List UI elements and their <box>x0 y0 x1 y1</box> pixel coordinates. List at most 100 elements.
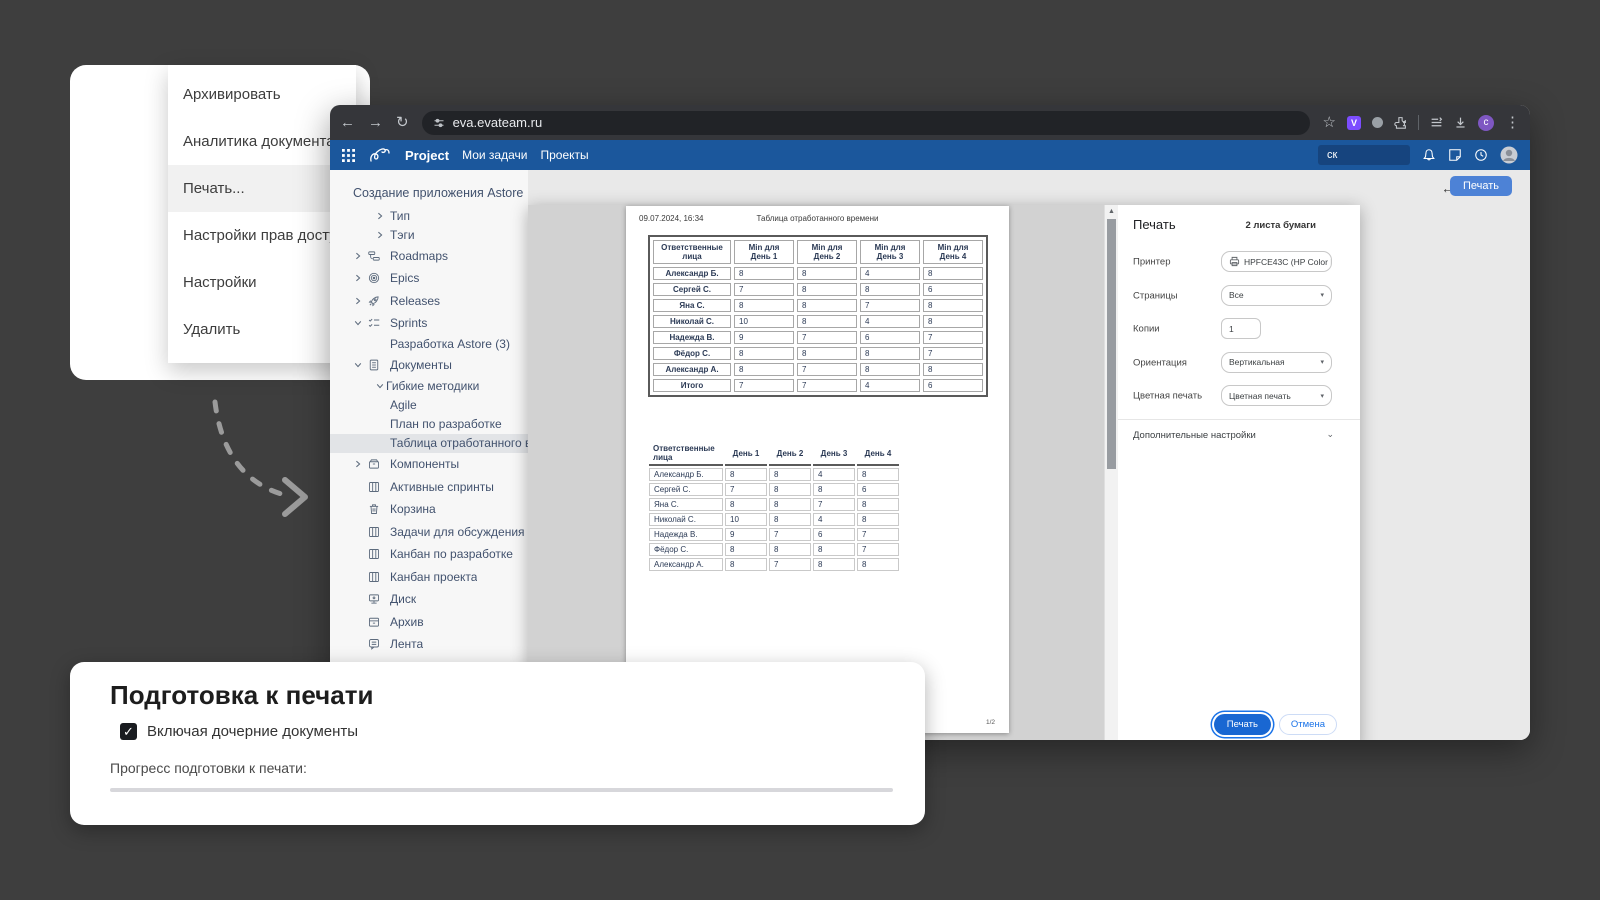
browser-menu-icon[interactable]: ⋮ <box>1505 115 1520 130</box>
scroll-down-icon[interactable]: ▼ <box>1105 739 1118 740</box>
sidebar-item[interactable]: Архив <box>330 610 528 633</box>
sidebar-item[interactable]: Epics <box>330 267 528 290</box>
notes-icon[interactable] <box>1448 148 1462 162</box>
chevron-down-icon[interactable] <box>376 382 384 390</box>
value-cell: 7 <box>813 498 855 511</box>
sidebar-item[interactable]: Активные спринты <box>330 475 528 498</box>
sidebar-item-label: Документы <box>390 358 452 372</box>
menu-item[interactable]: Настройки прав доступ <box>168 212 356 259</box>
sidebar-item[interactable]: Тип <box>330 206 528 225</box>
sidebar-item[interactable]: Agile <box>330 395 528 414</box>
bookmark-star-icon[interactable]: ☆ <box>1323 115 1336 130</box>
value-cell: 8 <box>797 299 857 312</box>
sidebar-item[interactable]: Таблица отработанного времен <box>330 434 528 453</box>
sidebar-item[interactable]: Компоненты <box>330 453 528 476</box>
value-cell: 6 <box>813 528 855 541</box>
worktime-table-bordered: Ответственные лицаMin для День 1Min для … <box>648 235 988 397</box>
field-dropdown[interactable]: Цветная печать▾ <box>1221 385 1332 406</box>
download-icon[interactable] <box>1454 116 1467 129</box>
browser-forward-icon[interactable]: → <box>368 115 383 130</box>
user-avatar[interactable] <box>1500 146 1518 164</box>
sidebar-item[interactable]: Задачи для обсуждения <box>330 520 528 543</box>
nav-projects[interactable]: Проекты <box>540 148 588 162</box>
app-product-name[interactable]: Project <box>405 148 449 163</box>
table-header-cell: Min для День 3 <box>860 240 920 264</box>
preview-page: 09.07.2024, 16:34 Таблица отработанного … <box>626 206 1009 733</box>
sidebar-item[interactable]: Корзина <box>330 498 528 521</box>
sidebar-item[interactable]: Диск <box>330 588 528 611</box>
print-confirm-button[interactable]: Печать <box>1214 714 1271 735</box>
person-name-cell: Сергей С. <box>649 483 723 496</box>
value-cell: 9 <box>734 331 794 344</box>
sidebar-item[interactable]: План по разработке <box>330 414 528 433</box>
sidebar-item[interactable]: Разработка Astore (3) <box>330 334 528 353</box>
chevron-right-icon[interactable] <box>376 231 384 239</box>
browser-reload-icon[interactable]: ↻ <box>396 115 409 130</box>
chevron-down-icon[interactable]: ⌄ <box>1326 429 1334 440</box>
person-name-cell: Николай С. <box>649 513 723 526</box>
menu-item[interactable]: Печать... <box>168 165 356 212</box>
chevron-right-icon[interactable] <box>354 460 362 468</box>
value-cell: 7 <box>769 528 811 541</box>
sidebar-item[interactable]: Sprints <box>330 312 528 335</box>
sidebar-item[interactable]: Лента <box>330 633 528 656</box>
menu-item[interactable]: Удалить <box>168 306 356 353</box>
extension-dot-icon[interactable] <box>1372 117 1383 128</box>
sidebar-item[interactable]: Канбан проекта <box>330 565 528 588</box>
site-settings-icon[interactable] <box>433 117 445 129</box>
notifications-bell-icon[interactable] <box>1422 148 1436 162</box>
settings-divider <box>1118 419 1360 420</box>
chevron-down-icon[interactable] <box>354 361 362 369</box>
scrollbar-thumb[interactable] <box>1107 219 1116 469</box>
address-bar[interactable]: eva.evateam.ru <box>422 111 1310 135</box>
copies-input[interactable]: 1 <box>1221 318 1261 339</box>
value-cell: 8 <box>734 363 794 376</box>
sidebar-item-label: Канбан проекта <box>390 570 477 584</box>
value-cell: 8 <box>813 483 855 496</box>
chevron-down-icon[interactable] <box>354 319 362 327</box>
sidebar-item[interactable]: Документы <box>330 354 528 377</box>
menu-item[interactable]: Архивировать <box>168 71 356 118</box>
chevron-right-icon[interactable] <box>354 297 362 305</box>
table-header-cell: День 2 <box>769 442 811 466</box>
sidebar-item[interactable]: Канбан по разработке <box>330 543 528 566</box>
browser-back-icon[interactable]: ← <box>340 115 355 130</box>
field-dropdown[interactable]: Вертикальная▾ <box>1221 352 1332 373</box>
sidebar-item[interactable]: Roadmaps <box>330 244 528 267</box>
apps-grid-icon[interactable] <box>342 149 355 162</box>
page-doc-title: Таблица отработанного времени <box>626 214 1009 223</box>
menu-item[interactable]: Настройки <box>168 259 356 306</box>
value-cell: 8 <box>734 299 794 312</box>
value-cell: 8 <box>923 363 983 376</box>
browser-titlebar: ← → ↻ eva.evateam.ru ☆ V <box>330 105 1530 140</box>
search-input[interactable]: ск <box>1318 145 1410 165</box>
field-dropdown[interactable]: HPFCE43C (HP Color La:▾ <box>1221 251 1332 272</box>
sidebar-item[interactable]: Тэги <box>330 225 528 244</box>
value-cell: 8 <box>769 513 811 526</box>
chevron-right-icon[interactable] <box>376 212 384 220</box>
epic-icon <box>368 272 380 284</box>
app-logo-icon[interactable] <box>368 146 392 164</box>
print-cancel-button[interactable]: Отмена <box>1279 714 1337 735</box>
sidebar-item-label: Sprints <box>390 316 427 330</box>
reading-list-icon[interactable] <box>1430 116 1443 129</box>
field-dropdown[interactable]: Все▾ <box>1221 285 1332 306</box>
menu-item[interactable]: Аналитика документа <box>168 118 356 165</box>
chevron-right-icon[interactable] <box>354 274 362 282</box>
include-children-checkbox[interactable]: ✓ <box>120 723 137 740</box>
page-number: 1/2 <box>986 719 995 726</box>
app-print-button[interactable]: Печать <box>1450 176 1512 196</box>
nav-my-tasks[interactable]: Мои задачи <box>462 148 527 162</box>
include-children-label: Включая дочерние документы <box>147 723 358 740</box>
preview-scrollbar[interactable]: ▲ ▼ <box>1104 205 1118 740</box>
extension-v-icon[interactable]: V <box>1347 116 1361 130</box>
sidebar-item[interactable]: Releases <box>330 289 528 312</box>
history-clock-icon[interactable] <box>1474 148 1488 162</box>
profile-avatar[interactable]: c <box>1478 115 1494 131</box>
sidebar-item[interactable]: Гибкие методики <box>330 376 528 395</box>
additional-settings-toggle[interactable]: Дополнительные настройки <box>1133 430 1256 441</box>
table-row: Александр А.8788 <box>649 558 899 571</box>
scroll-up-icon[interactable]: ▲ <box>1105 208 1118 215</box>
extensions-puzzle-icon[interactable] <box>1394 116 1407 129</box>
chevron-right-icon[interactable] <box>354 252 362 260</box>
